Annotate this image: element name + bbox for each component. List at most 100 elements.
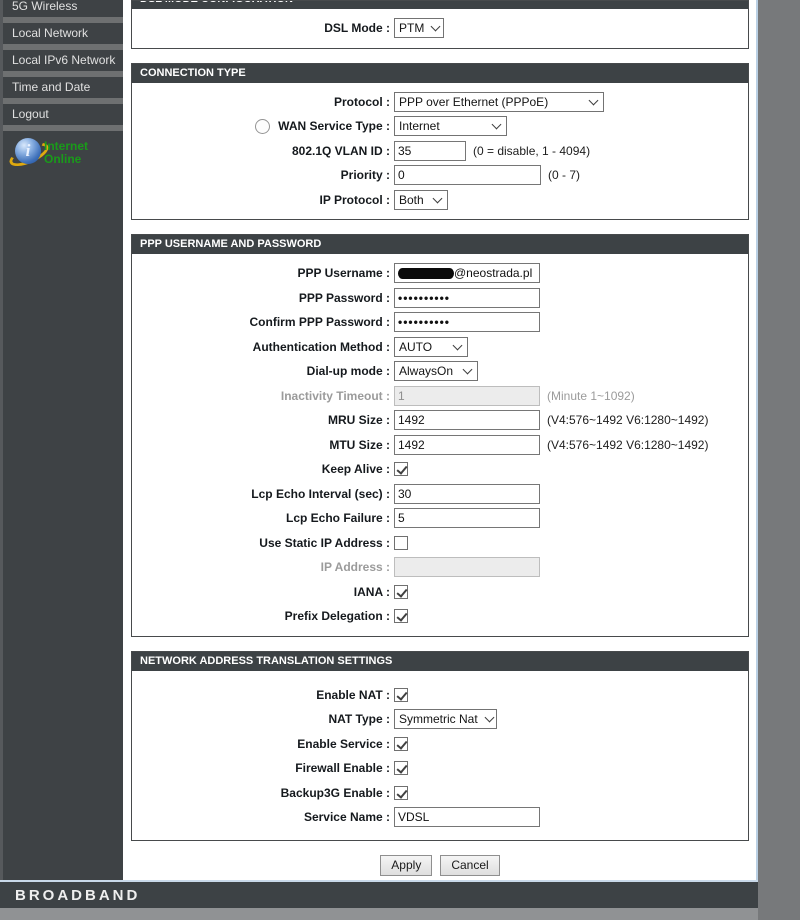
form-row: Protocol : PPP over Ethernet (PPPoE) [132,90,748,115]
ppp-password-label: PPP Password : [132,291,390,305]
vlan-id-label: 802.1Q VLAN ID : [132,144,390,158]
backup3g-enable-label: Backup3G Enable : [132,786,390,800]
sidebar: 5G Wireless Local Network Local IPv6 Net… [0,0,123,880]
mru-size-label: MRU Size : [132,413,390,427]
chevron-down-icon [433,193,443,203]
confirm-ppp-password-label: Confirm PPP Password : [132,315,390,329]
priority-label: Priority : [132,168,390,182]
mtu-size-input[interactable] [394,435,540,455]
authentication-method-select[interactable]: AUTO [394,337,468,357]
sidebar-item-5g-wireless[interactable]: 5G Wireless [3,0,123,17]
lcp-echo-interval-input[interactable] [394,484,540,504]
broadband-logo: BROADBAND [15,887,140,904]
globe-sphere: i [15,138,41,164]
service-name-input[interactable] [394,807,540,827]
section-title: CONNECTION TYPE [132,64,748,83]
form-row: Enable Service : [132,732,748,757]
form-row: Enable NAT : [132,683,748,708]
keep-alive-label: Keep Alive : [132,462,390,476]
chevron-down-icon [484,713,494,723]
form-row: Inactivity Timeout : (Minute 1~1092) [132,384,748,409]
form-row: Prefix Delegation : [132,604,748,629]
service-name-label: Service Name : [132,810,390,824]
inactivity-timeout-label: Inactivity Timeout : [132,389,390,403]
section-dsl-mode-configuration: DSL MODE CONFIGURATION DSL Mode : PTM [131,0,749,49]
ppp-password-input[interactable] [394,288,540,308]
ip-address-input [394,557,540,577]
priority-input[interactable] [394,165,541,185]
protocol-select[interactable]: PPP over Ethernet (PPPoE) [394,92,604,112]
confirm-ppp-password-input[interactable] [394,312,540,332]
dsl-mode-select[interactable]: PTM [394,18,444,38]
form-row: MTU Size : (V4:576~1492 V6:1280~1492) [132,433,748,458]
backup3g-enable-checkbox[interactable] [394,786,408,800]
chevron-down-icon [463,365,473,375]
firewall-enable-label: Firewall Enable : [132,761,390,775]
bottom-strip [0,908,758,920]
form-row: Priority : (0 - 7) [132,163,748,188]
wan-service-type-select[interactable]: Internet [394,116,507,136]
apply-button[interactable]: Apply [380,855,432,876]
lcp-echo-interval-label: Lcp Echo Interval (sec) : [132,487,390,501]
mtu-size-hint: (V4:576~1492 V6:1280~1492) [547,438,708,452]
form-row: Authentication Method : AUTO [132,335,748,360]
sidebar-item-logout[interactable]: Logout [3,104,123,125]
section-nat-settings: NETWORK ADDRESS TRANSLATION SETTINGS Ena… [131,651,749,841]
lcp-echo-failure-input[interactable] [394,508,540,528]
enable-service-label: Enable Service : [132,737,390,751]
use-static-ip-checkbox[interactable] [394,536,408,550]
form-row: Lcp Echo Failure : [132,506,748,531]
nat-type-select[interactable]: Symmetric Nat [394,709,497,729]
nat-type-label: NAT Type : [132,712,390,726]
ppp-username-input[interactable]: @neostrada.pl [394,263,540,283]
mtu-size-label: MTU Size : [132,438,390,452]
inactivity-timeout-input [394,386,540,406]
section-title: DSL MODE CONFIGURATION [132,1,748,9]
sidebar-item-local-ipv6-network[interactable]: Local IPv6 Network [3,50,123,71]
chevron-down-icon [431,22,441,32]
priority-hint: (0 - 7) [548,168,580,182]
form-row: Lcp Echo Interval (sec) : [132,482,748,507]
chevron-down-icon [492,120,502,130]
status-line-2: Online [44,153,88,166]
form-row: IP Address : [132,555,748,580]
enable-service-checkbox[interactable] [394,737,408,751]
sidebar-item-local-network[interactable]: Local Network [3,23,123,44]
redaction-blob [398,268,454,279]
lcp-echo-failure-label: Lcp Echo Failure : [132,511,390,525]
use-static-ip-label: Use Static IP Address : [132,536,390,550]
sidebar-item-time-and-date[interactable]: Time and Date [3,77,123,98]
form-row: IANA : [132,580,748,605]
form-row: Use Static IP Address : [132,531,748,556]
ip-protocol-label: IP Protocol : [132,193,390,207]
form-row: PPP Password : [132,286,748,311]
chevron-down-icon [453,340,463,350]
cancel-button[interactable]: Cancel [440,855,499,876]
form-row: Firewall Enable : [132,756,748,781]
internet-status-text: Internet Online [44,140,88,166]
iana-checkbox[interactable] [394,585,408,599]
ip-protocol-select[interactable]: Both [394,190,448,210]
inactivity-timeout-hint: (Minute 1~1092) [547,389,635,403]
mru-size-input[interactable] [394,410,540,430]
section-title: PPP USERNAME AND PASSWORD [132,235,748,254]
form-actions: Apply Cancel [131,855,749,876]
keep-alive-checkbox[interactable] [394,462,408,476]
form-row: PPP Username : @neostrada.pl [132,261,748,286]
firewall-enable-checkbox[interactable] [394,761,408,775]
internet-status-panel: i Internet Online [3,131,123,880]
form-row: Backup3G Enable : [132,781,748,806]
dialup-mode-select[interactable]: AlwaysOn [394,361,478,381]
form-row: IP Protocol : Both [132,188,748,213]
router-admin-page: 5G Wireless Local Network Local IPv6 Net… [0,0,800,920]
form-row: NAT Type : Symmetric Nat [132,707,748,732]
prefix-delegation-label: Prefix Delegation : [132,609,390,623]
mru-size-hint: (V4:576~1492 V6:1280~1492) [547,413,708,427]
enable-nat-checkbox[interactable] [394,688,408,702]
vlan-id-input[interactable] [394,141,466,161]
form-row: Dial-up mode : AlwaysOn [132,359,748,384]
wan-service-type-radio[interactable] [255,119,270,134]
prefix-delegation-checkbox[interactable] [394,609,408,623]
protocol-label: Protocol : [132,95,390,109]
ip-address-label: IP Address : [132,560,390,574]
